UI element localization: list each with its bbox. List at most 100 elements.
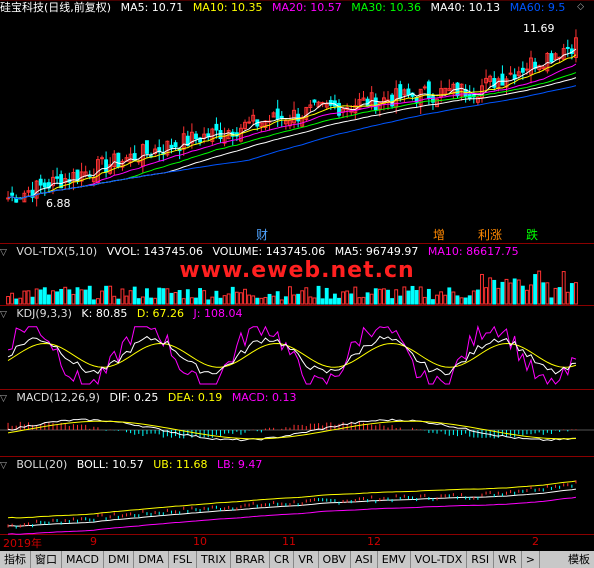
volume-bar [332,293,337,305]
kdj-panel[interactable]: ▽ KDJ(9,3,3) K: 80.85 D: 67.26 J: 108.04 [0,306,594,390]
expand-icon[interactable]: ▽ [0,461,7,471]
ma-line [7,48,577,199]
volume-bar [67,289,72,305]
volume-bar [574,282,578,305]
tab-template[interactable]: 模板 [564,551,594,568]
volume-bar [145,288,149,305]
candle-body [373,97,378,111]
tab-fsl[interactable]: FSL [169,551,197,568]
volume-bar [38,289,43,305]
volume-bar [357,297,362,305]
volume-bar [14,298,19,305]
macd-indicator-name[interactable]: MACD(12,26,9) [16,391,100,404]
tab-trix[interactable]: TRIX [197,551,232,568]
tab-wr[interactable]: WR [494,551,522,568]
boll-panel[interactable]: ▽ BOLL(20) BOLL: 10.57 UB: 11.68 LB: 9.4… [0,457,594,535]
volume-bar [369,293,374,305]
kdj-indicator-name[interactable]: KDJ(9,3,3) [16,307,72,320]
volume-bar [377,288,382,305]
tab-vol-tdx[interactable]: VOL-TDX [411,551,468,568]
boll-upper-line [7,480,577,519]
tab-indicators[interactable]: 指标 [0,551,31,568]
volume-bar [279,299,284,305]
boll-header: ▽ BOLL(20) BOLL: 10.57 UB: 11.68 LB: 9.4… [0,457,268,473]
volume-bar [165,288,170,305]
boll-indicator-name[interactable]: BOLL(20) [16,458,67,471]
volume-bar [402,286,407,305]
event-tag-increase[interactable]: 增 [433,226,445,243]
tab-dma[interactable]: DMA [134,551,169,568]
volume-bar [234,291,239,305]
candle-body [173,142,178,148]
volume-bar [267,293,272,305]
volume-bar [218,297,223,305]
volume-bar [120,288,125,305]
volume-bar [316,285,321,305]
volume-bar [426,288,431,305]
volume-bar [394,289,399,305]
volume-bar [263,296,268,305]
volume-bar [296,293,301,305]
price-panel[interactable]: 硅宝科技(日线,前复权) MA5: 10.71 MA10: 10.35 MA20… [0,0,594,244]
volume-bar [251,295,256,305]
candle-body [426,81,431,99]
tab-brar[interactable]: BRAR [231,551,271,568]
low-price-label: 6.88 [46,197,71,210]
volume-bar [520,285,525,305]
macd-header: ▽ MACD(12,26,9) DIF: 0.25 DEA: 0.19 MACD… [0,390,302,406]
tab-vr[interactable]: VR [294,551,319,568]
volume-bar [459,297,464,305]
volume-bar [557,287,562,305]
tab-window[interactable]: 窗口 [31,551,62,568]
tab-rsi[interactable]: RSI [467,551,495,568]
kdj-d-line [7,342,577,368]
tab-dmi[interactable]: DMI [104,551,135,568]
volume-bar [132,286,137,305]
tab-obv[interactable]: OBV [319,551,351,568]
tab-asi[interactable]: ASI [351,551,378,568]
candle-body [169,144,174,149]
expand-icon[interactable]: ▽ [0,248,7,258]
tab-more-arrow[interactable]: > [522,551,540,568]
volume-bar [275,291,280,305]
volume-bar [230,286,235,305]
volume-bar [390,298,395,305]
volume-bar [504,278,509,305]
candlestick-chart[interactable] [0,0,594,244]
candle-body [520,67,525,73]
candle-body [247,121,252,124]
volume-bar [463,297,468,305]
candle-body [55,176,60,179]
volume-bar [300,290,305,305]
event-tag-profit[interactable]: 利涨 [478,226,502,243]
volume-bar [492,279,497,305]
volume-bar [312,297,317,305]
panel-toggle-icon[interactable]: ◇ [577,2,584,12]
candle-body [398,84,403,99]
boll-lb-label: LB: 9.47 [217,458,263,471]
volume-bar [10,292,15,305]
watermark: www.eweb.net.cn [179,258,415,283]
candle-body [296,113,301,122]
volume-bar [283,296,288,305]
stock-title: 硅宝科技(日线,前复权) [0,1,112,14]
macd-panel[interactable]: ▽ MACD(12,26,9) DIF: 0.25 DEA: 0.19 MACD… [0,390,594,457]
volume-bar [153,297,158,305]
volume-bar [341,291,346,305]
event-tag-drop[interactable]: 跌 [526,226,538,243]
tab-emv[interactable]: EMV [378,551,411,568]
tab-cr[interactable]: CR [270,551,295,568]
tab-macd[interactable]: MACD [62,551,104,568]
expand-icon[interactable]: ▽ [0,394,7,404]
volume-bar [381,288,386,305]
vol-ma5-label: MA5: 96749.97 [334,245,419,258]
volume-bar [46,294,51,305]
event-tag-finance[interactable]: 财 [256,226,268,243]
vol-indicator-name[interactable]: VOL-TDX(5,10) [16,245,97,258]
ma-line [7,63,577,199]
candle-body [275,108,280,120]
volume-bar [51,290,55,305]
volume-bar [439,291,444,305]
volume-bar [361,296,366,305]
expand-icon[interactable]: ▽ [0,310,7,320]
